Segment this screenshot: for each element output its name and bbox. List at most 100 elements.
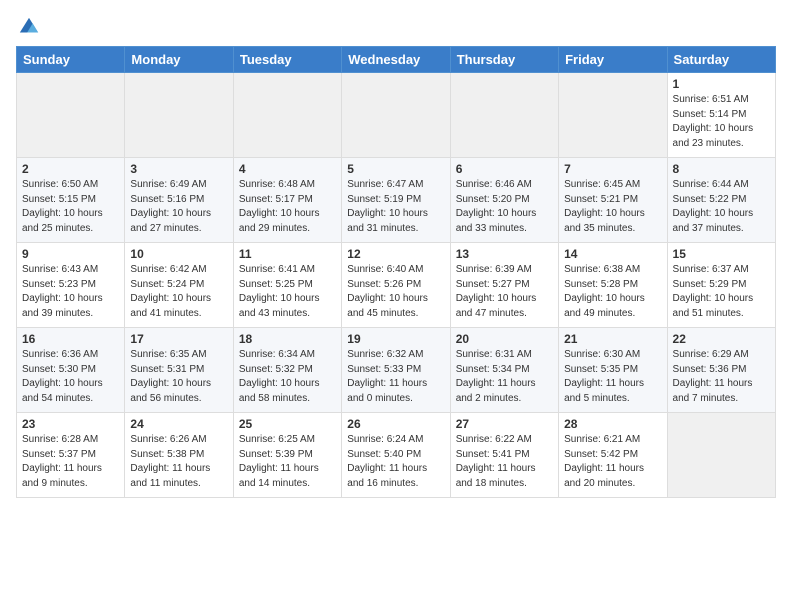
calendar-cell <box>667 413 775 498</box>
day-info: Sunrise: 6:47 AM Sunset: 5:19 PM Dayligh… <box>347 178 444 236</box>
day-info: Sunrise: 6:39 AM Sunset: 5:27 PM Dayligh… <box>456 263 553 321</box>
day-info: Sunrise: 6:29 AM Sunset: 5:36 PM Dayligh… <box>673 348 770 406</box>
calendar-cell: 10 Sunrise: 6:42 AM Sunset: 5:24 PM Dayli… <box>125 243 233 328</box>
day-number: 20 <box>456 332 553 346</box>
day-number: 26 <box>347 417 444 431</box>
calendar-week-row: 1 Sunrise: 6:51 AM Sunset: 5:14 PM Daylig… <box>17 73 776 158</box>
col-header-tuesday: Tuesday <box>233 47 341 73</box>
col-header-monday: Monday <box>125 47 233 73</box>
day-info: Sunrise: 6:42 AM Sunset: 5:24 PM Dayligh… <box>130 263 227 321</box>
day-number: 24 <box>130 417 227 431</box>
calendar-cell: 20 Sunrise: 6:31 AM Sunset: 5:34 PM Dayli… <box>450 328 558 413</box>
calendar-cell: 9 Sunrise: 6:43 AM Sunset: 5:23 PM Daylig… <box>17 243 125 328</box>
calendar-cell: 13Sunrise: 6:39 AM Sunset: 5:27 PM Dayli… <box>450 243 558 328</box>
day-info: Sunrise: 6:30 AM Sunset: 5:35 PM Dayligh… <box>564 348 661 406</box>
day-info: Sunrise: 6:24 AM Sunset: 5:40 PM Dayligh… <box>347 433 444 491</box>
day-info: Sunrise: 6:43 AM Sunset: 5:23 PM Dayligh… <box>22 263 119 321</box>
calendar-cell: 23 Sunrise: 6:28 AM Sunset: 5:37 PM Dayli… <box>17 413 125 498</box>
day-info: Sunrise: 6:21 AM Sunset: 5:42 PM Dayligh… <box>564 433 661 491</box>
day-info: Sunrise: 6:22 AM Sunset: 5:41 PM Dayligh… <box>456 433 553 491</box>
calendar-cell: 6 Sunrise: 6:46 AM Sunset: 5:20 PM Daylig… <box>450 158 558 243</box>
day-number: 22 <box>673 332 770 346</box>
day-info: Sunrise: 6:31 AM Sunset: 5:34 PM Dayligh… <box>456 348 553 406</box>
day-info: Sunrise: 6:34 AM Sunset: 5:32 PM Dayligh… <box>239 348 336 406</box>
day-info: Sunrise: 6:25 AM Sunset: 5:39 PM Dayligh… <box>239 433 336 491</box>
calendar-table: SundayMondayTuesdayWednesdayThursdayFrid… <box>16 46 776 498</box>
calendar-cell: 7 Sunrise: 6:45 AM Sunset: 5:21 PM Daylig… <box>559 158 667 243</box>
calendar-week-row: 23 Sunrise: 6:28 AM Sunset: 5:37 PM Dayli… <box>17 413 776 498</box>
day-number: 6 <box>456 162 553 176</box>
day-number: 25 <box>239 417 336 431</box>
day-number: 4 <box>239 162 336 176</box>
calendar-cell: 17 Sunrise: 6:35 AM Sunset: 5:31 PM Dayli… <box>125 328 233 413</box>
day-number: 19 <box>347 332 444 346</box>
day-number: 15 <box>673 247 770 261</box>
calendar-cell: 28 Sunrise: 6:21 AM Sunset: 5:42 PM Dayli… <box>559 413 667 498</box>
day-info: Sunrise: 6:37 AM Sunset: 5:29 PM Dayligh… <box>673 263 770 321</box>
day-info: Sunrise: 6:48 AM Sunset: 5:17 PM Dayligh… <box>239 178 336 236</box>
logo <box>16 16 40 38</box>
calendar-cell <box>125 73 233 158</box>
day-number: 2 <box>22 162 119 176</box>
logo-icon <box>18 16 40 38</box>
day-number: 10 <box>130 247 227 261</box>
day-number: 17 <box>130 332 227 346</box>
page-header <box>16 16 776 38</box>
calendar-week-row: 16Sunrise: 6:36 AM Sunset: 5:30 PM Dayli… <box>17 328 776 413</box>
day-info: Sunrise: 6:46 AM Sunset: 5:20 PM Dayligh… <box>456 178 553 236</box>
calendar-cell <box>559 73 667 158</box>
calendar-cell: 19 Sunrise: 6:32 AM Sunset: 5:33 PM Dayli… <box>342 328 450 413</box>
col-header-saturday: Saturday <box>667 47 775 73</box>
calendar-cell <box>233 73 341 158</box>
calendar-cell: 8 Sunrise: 6:44 AM Sunset: 5:22 PM Daylig… <box>667 158 775 243</box>
calendar-cell: 24 Sunrise: 6:26 AM Sunset: 5:38 PM Dayli… <box>125 413 233 498</box>
day-number: 18 <box>239 332 336 346</box>
calendar-week-row: 2Sunrise: 6:50 AM Sunset: 5:15 PM Daylig… <box>17 158 776 243</box>
day-info: Sunrise: 6:44 AM Sunset: 5:22 PM Dayligh… <box>673 178 770 236</box>
day-number: 27 <box>456 417 553 431</box>
day-info: Sunrise: 6:41 AM Sunset: 5:25 PM Dayligh… <box>239 263 336 321</box>
day-info: Sunrise: 6:28 AM Sunset: 5:37 PM Dayligh… <box>22 433 119 491</box>
calendar-cell: 22 Sunrise: 6:29 AM Sunset: 5:36 PM Dayli… <box>667 328 775 413</box>
calendar-cell <box>342 73 450 158</box>
day-info: Sunrise: 6:51 AM Sunset: 5:14 PM Dayligh… <box>673 93 770 151</box>
day-number: 23 <box>22 417 119 431</box>
day-info: Sunrise: 6:26 AM Sunset: 5:38 PM Dayligh… <box>130 433 227 491</box>
calendar-cell: 14 Sunrise: 6:38 AM Sunset: 5:28 PM Dayli… <box>559 243 667 328</box>
day-info: Sunrise: 6:49 AM Sunset: 5:16 PM Dayligh… <box>130 178 227 236</box>
calendar-cell: 21 Sunrise: 6:30 AM Sunset: 5:35 PM Dayli… <box>559 328 667 413</box>
day-info: Sunrise: 6:32 AM Sunset: 5:33 PM Dayligh… <box>347 348 444 406</box>
col-header-friday: Friday <box>559 47 667 73</box>
day-number: 7 <box>564 162 661 176</box>
day-number: 5 <box>347 162 444 176</box>
day-number: 9 <box>22 247 119 261</box>
calendar-cell: 27 Sunrise: 6:22 AM Sunset: 5:41 PM Dayli… <box>450 413 558 498</box>
day-number: 12 <box>347 247 444 261</box>
calendar-week-row: 9 Sunrise: 6:43 AM Sunset: 5:23 PM Daylig… <box>17 243 776 328</box>
col-header-wednesday: Wednesday <box>342 47 450 73</box>
day-number: 11 <box>239 247 336 261</box>
day-number: 8 <box>673 162 770 176</box>
calendar-cell: 1 Sunrise: 6:51 AM Sunset: 5:14 PM Daylig… <box>667 73 775 158</box>
day-info: Sunrise: 6:45 AM Sunset: 5:21 PM Dayligh… <box>564 178 661 236</box>
day-number: 1 <box>673 77 770 91</box>
day-number: 14 <box>564 247 661 261</box>
calendar-cell: 4 Sunrise: 6:48 AM Sunset: 5:17 PM Daylig… <box>233 158 341 243</box>
calendar-cell: 11 Sunrise: 6:41 AM Sunset: 5:25 PM Dayli… <box>233 243 341 328</box>
calendar-cell: 12 Sunrise: 6:40 AM Sunset: 5:26 PM Dayli… <box>342 243 450 328</box>
day-number: 28 <box>564 417 661 431</box>
calendar-cell: 16Sunrise: 6:36 AM Sunset: 5:30 PM Dayli… <box>17 328 125 413</box>
day-info: Sunrise: 6:38 AM Sunset: 5:28 PM Dayligh… <box>564 263 661 321</box>
calendar-cell: 25 Sunrise: 6:25 AM Sunset: 5:39 PM Dayli… <box>233 413 341 498</box>
day-info: Sunrise: 6:40 AM Sunset: 5:26 PM Dayligh… <box>347 263 444 321</box>
calendar-cell <box>17 73 125 158</box>
day-number: 3 <box>130 162 227 176</box>
calendar-cell: 2Sunrise: 6:50 AM Sunset: 5:15 PM Daylig… <box>17 158 125 243</box>
calendar-cell: 18 Sunrise: 6:34 AM Sunset: 5:32 PM Dayli… <box>233 328 341 413</box>
day-number: 21 <box>564 332 661 346</box>
day-info: Sunrise: 6:35 AM Sunset: 5:31 PM Dayligh… <box>130 348 227 406</box>
calendar-cell: 3 Sunrise: 6:49 AM Sunset: 5:16 PM Daylig… <box>125 158 233 243</box>
day-number: 16 <box>22 332 119 346</box>
calendar-header-row: SundayMondayTuesdayWednesdayThursdayFrid… <box>17 47 776 73</box>
calendar-cell: 15 Sunrise: 6:37 AM Sunset: 5:29 PM Dayli… <box>667 243 775 328</box>
